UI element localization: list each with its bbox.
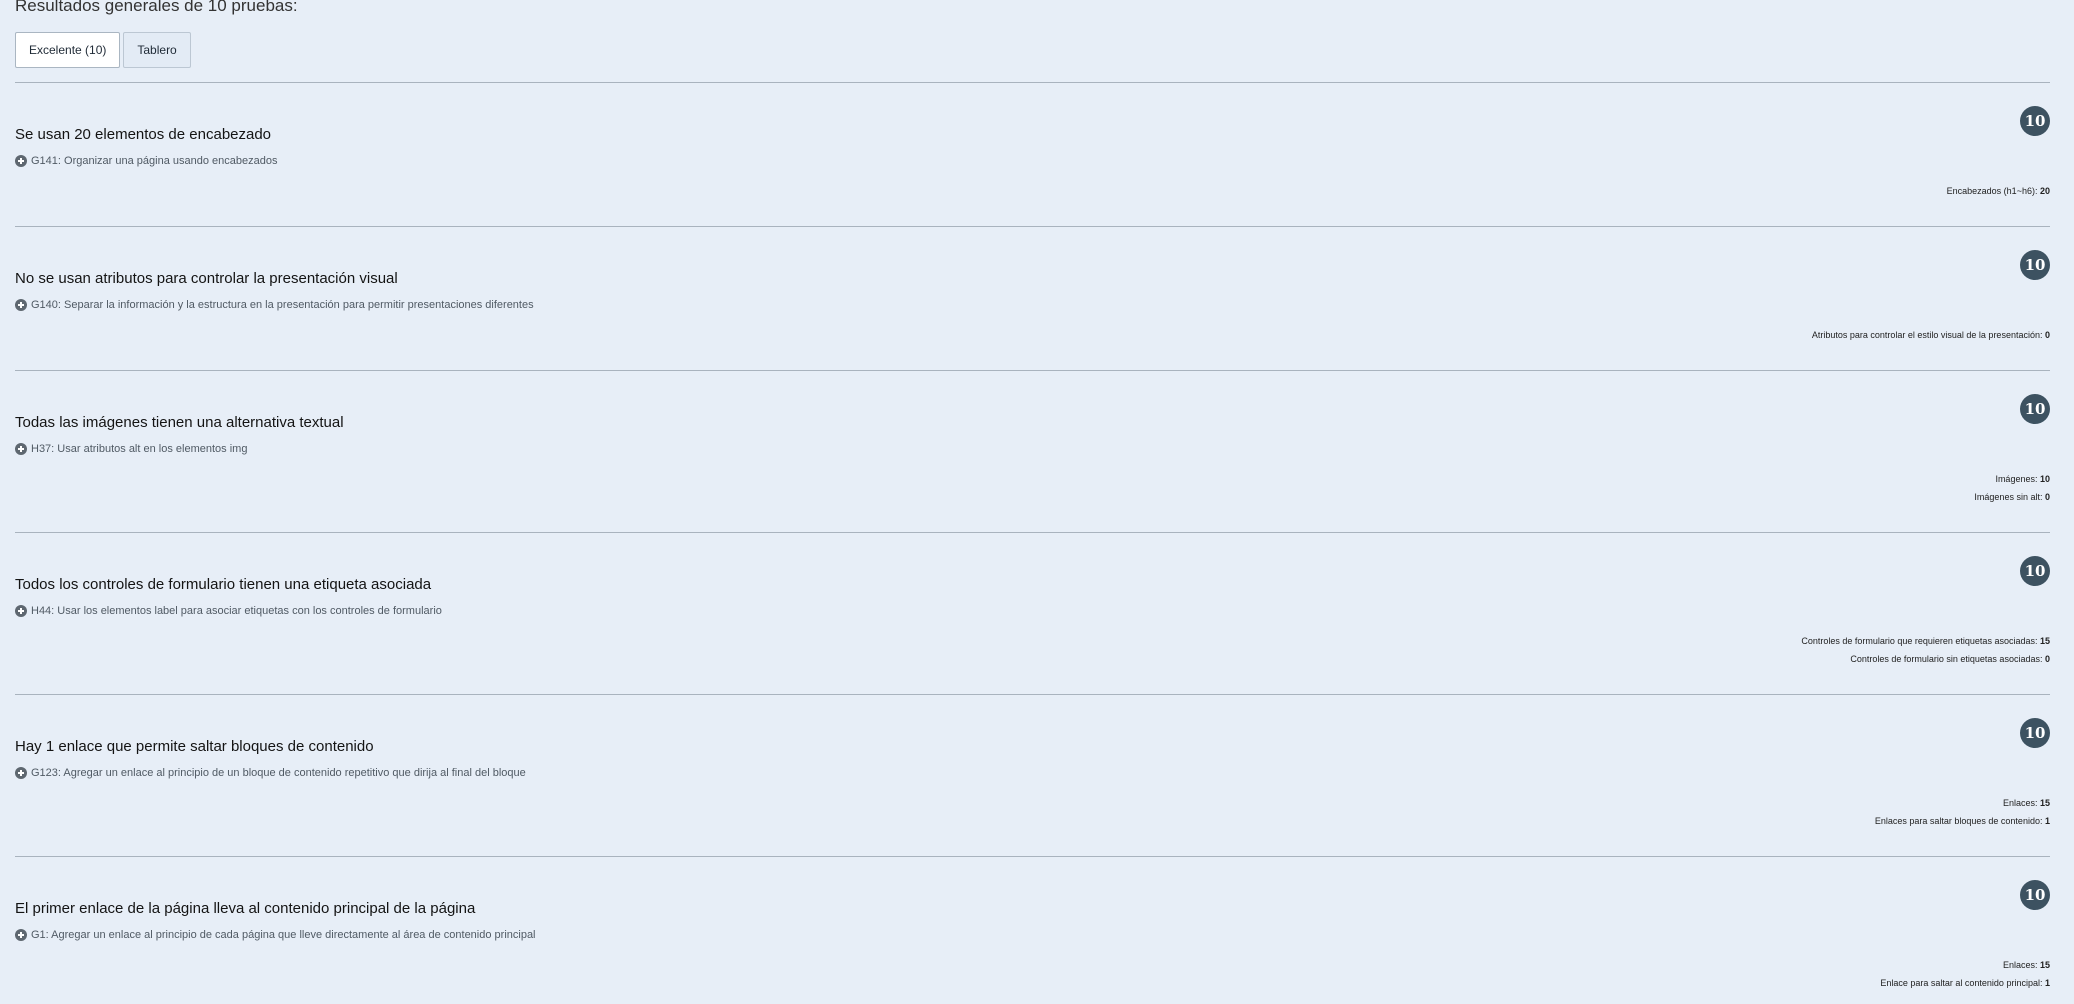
test-title: El primer enlace de la página lleva al c…: [15, 900, 476, 917]
technique-toggle[interactable]: G123: Agregar un enlace al principio de …: [15, 767, 526, 779]
metric-row: Controles de formulario sin etiquetas as…: [1850, 654, 2050, 664]
divider: [15, 370, 2050, 371]
metric-row: Imágenes sin alt: 0: [1974, 492, 2050, 502]
test-metrics: Atributos para controlar el estilo visua…: [1812, 326, 2050, 344]
test-metrics: Imágenes: 10 Imágenes sin alt: 0: [1974, 470, 2050, 506]
test-title: No se usan atributos para controlar la p…: [15, 270, 398, 287]
technique-label[interactable]: H44: Usar los elementos label para asoci…: [31, 605, 442, 617]
metric-row: Controles de formulario que requieren et…: [1801, 636, 2050, 646]
technique-label[interactable]: H37: Usar atributos alt en los elementos…: [31, 443, 247, 455]
divider: [15, 694, 2050, 695]
test-title: Hay 1 enlace que permite saltar bloques …: [15, 738, 374, 755]
metric-row: Enlace para saltar al contenido principa…: [1880, 978, 2050, 988]
test-metrics: Enlaces: 15 Enlaces para saltar bloques …: [1875, 794, 2050, 830]
tab-excelente[interactable]: Excelente (10): [15, 32, 121, 68]
test-title: Todas las imágenes tienen una alternativ…: [15, 414, 344, 431]
score-badge: 10: [2020, 250, 2050, 280]
divider: [15, 856, 2050, 857]
plus-circle-icon[interactable]: [15, 443, 27, 455]
test-title: Todos los controles de formulario tienen…: [15, 576, 432, 593]
page-heading: Resultados generales de 10 pruebas:: [15, 0, 298, 15]
result-tabs: Excelente (10) Tablero: [15, 32, 191, 68]
metric-row: Encabezados (h1~h6): 20: [1946, 186, 2050, 196]
plus-circle-icon[interactable]: [15, 155, 27, 167]
technique-label[interactable]: G141: Organizar una página usando encabe…: [31, 155, 277, 167]
plus-circle-icon[interactable]: [15, 605, 27, 617]
technique-label[interactable]: G1: Agregar un enlace al principio de ca…: [31, 929, 536, 941]
divider: [15, 532, 2050, 533]
score-badge: 10: [2020, 394, 2050, 424]
test-metrics: Controles de formulario que requieren et…: [1801, 632, 2050, 668]
score-badge: 10: [2020, 106, 2050, 136]
score-badge: 10: [2020, 718, 2050, 748]
technique-toggle[interactable]: H44: Usar los elementos label para asoci…: [15, 605, 442, 617]
metric-row: Enlaces: 15: [2002, 798, 2050, 808]
tab-tablero[interactable]: Tablero: [123, 32, 191, 68]
technique-toggle[interactable]: G140: Separar la información y la estruc…: [15, 299, 534, 311]
score-badge: 10: [2020, 880, 2050, 910]
metric-row: Atributos para controlar el estilo visua…: [1811, 330, 2050, 340]
score-badge: 10: [2020, 556, 2050, 586]
plus-circle-icon[interactable]: [15, 767, 27, 779]
technique-label[interactable]: G123: Agregar un enlace al principio de …: [31, 767, 526, 779]
test-metrics: Enlaces: 15 Enlace para saltar al conten…: [1880, 956, 2050, 992]
metric-row: Enlaces para saltar bloques de contenido…: [1874, 816, 2050, 826]
divider: [15, 226, 2050, 227]
technique-toggle[interactable]: H37: Usar atributos alt en los elementos…: [15, 443, 247, 455]
divider: [15, 82, 2050, 83]
metric-row: Enlaces: 15: [2002, 960, 2050, 970]
plus-circle-icon[interactable]: [15, 299, 27, 311]
plus-circle-icon[interactable]: [15, 929, 27, 941]
metric-row: Imágenes: 10: [1995, 474, 2050, 484]
test-metrics: Encabezados (h1~h6): 20: [1947, 182, 2050, 200]
technique-toggle[interactable]: G1: Agregar un enlace al principio de ca…: [15, 929, 536, 941]
technique-label[interactable]: G140: Separar la información y la estruc…: [31, 299, 534, 311]
test-title: Se usan 20 elementos de encabezado: [15, 126, 272, 143]
technique-toggle[interactable]: G141: Organizar una página usando encabe…: [15, 155, 277, 167]
